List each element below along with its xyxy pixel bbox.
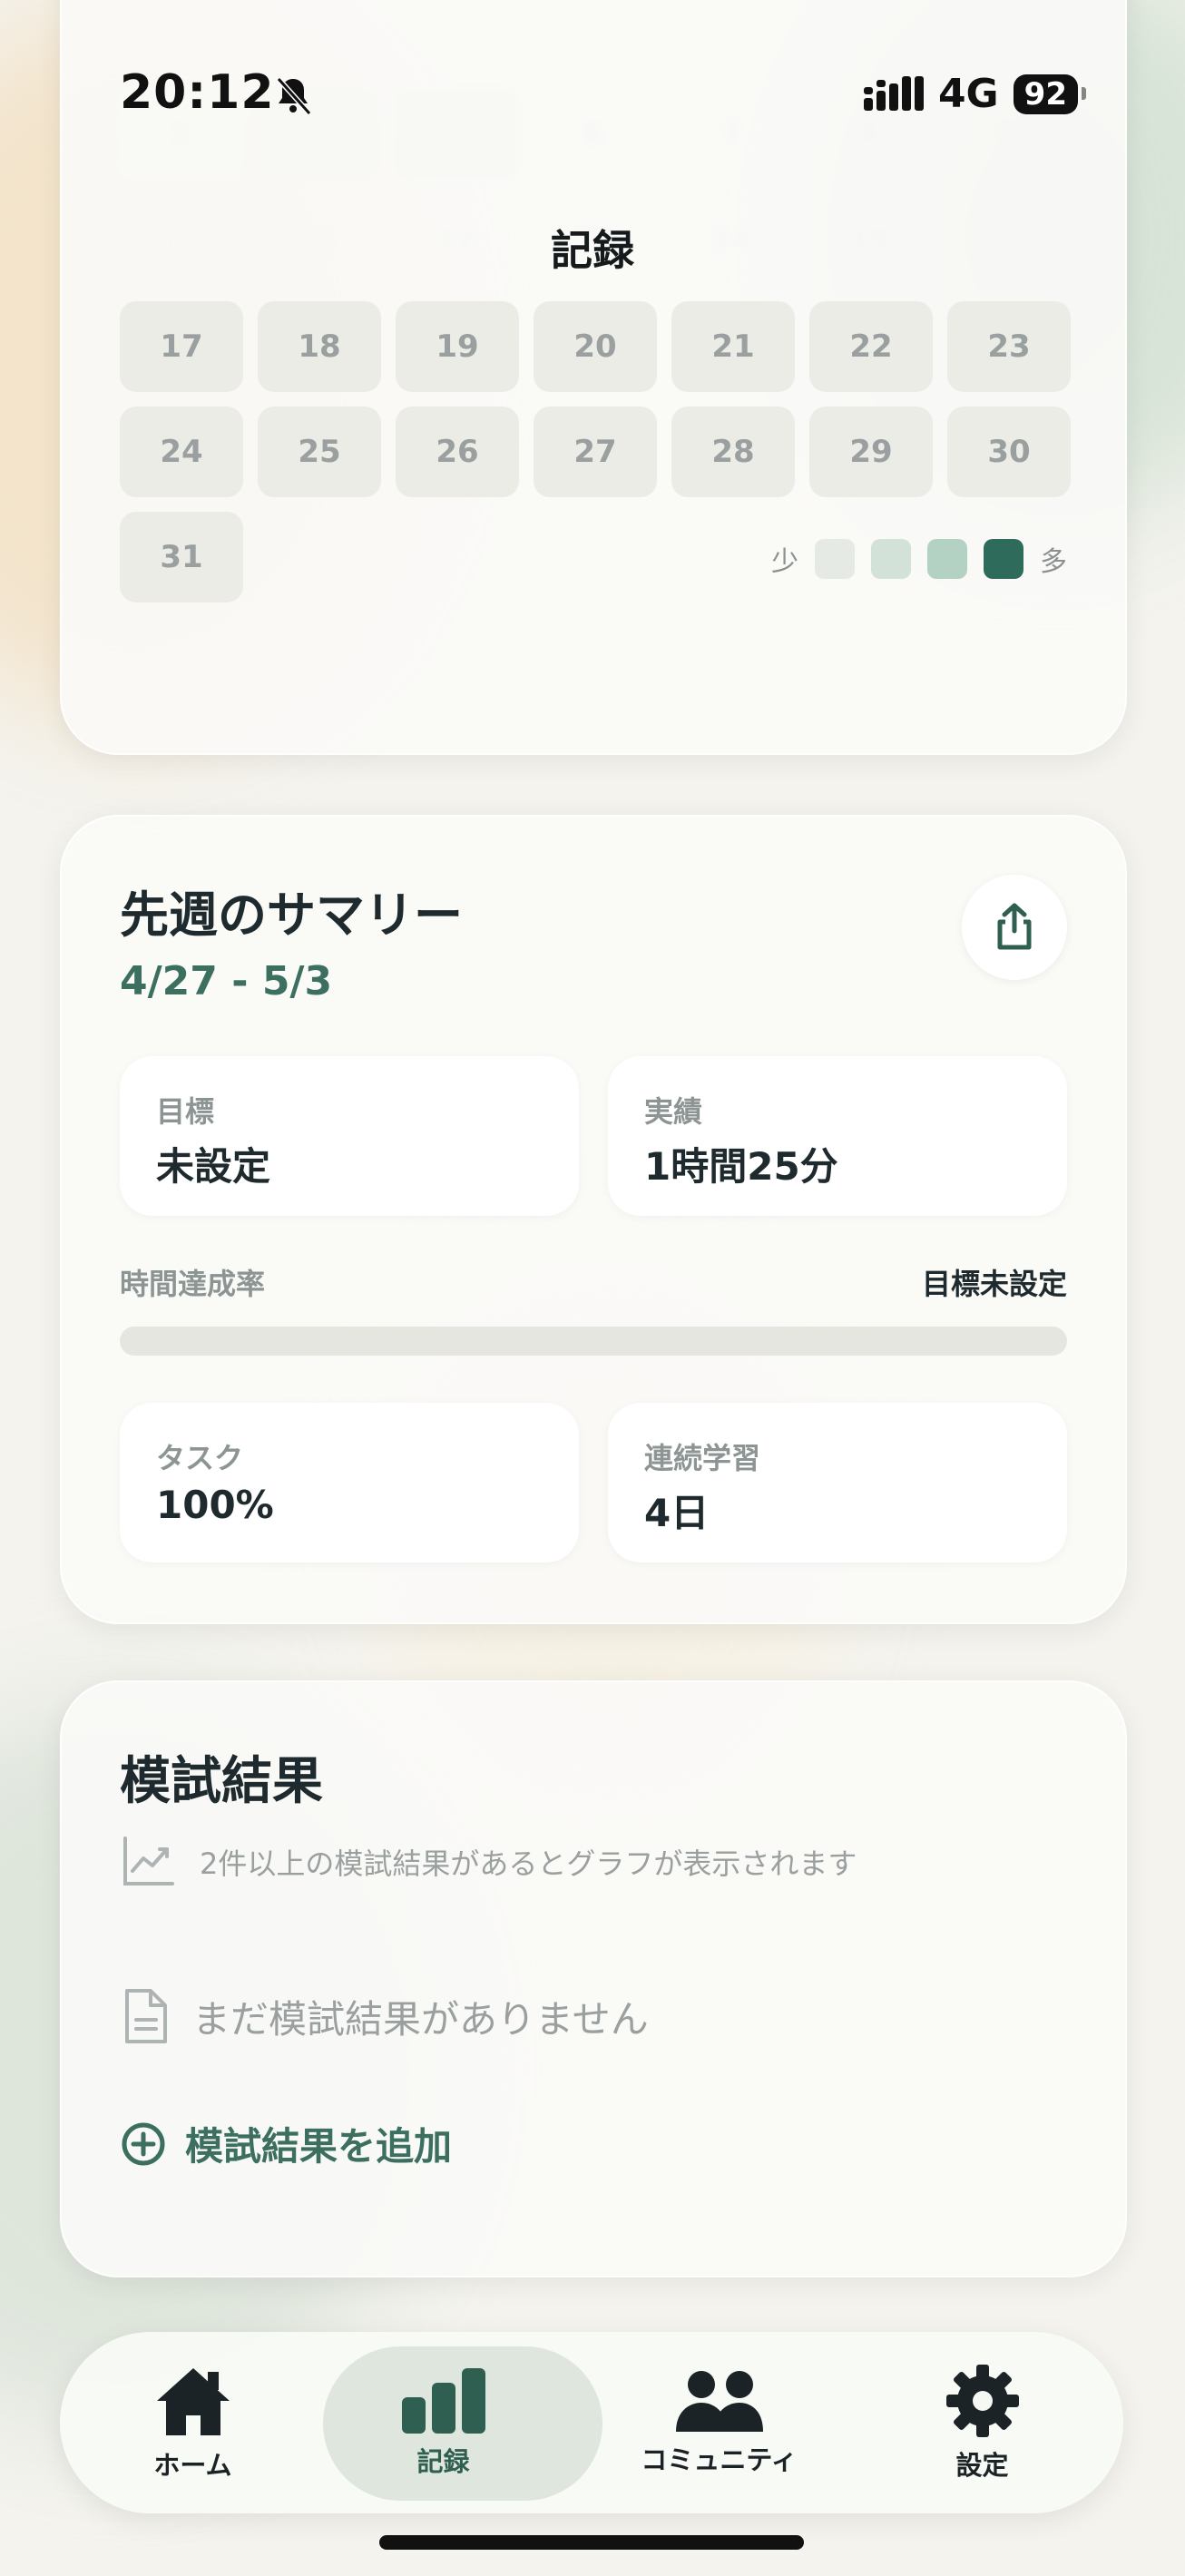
mock-exam-card: 模試結果 2件以上の模試結果があるとグラフが表示されます まだ模試結果がありませ… bbox=[60, 1680, 1127, 2277]
calendar-day[interactable]: 29 bbox=[809, 406, 933, 497]
actual-stat: 実績 1時間25分 bbox=[608, 1056, 1067, 1216]
calendar-day[interactable]: 30 bbox=[947, 406, 1071, 497]
tab-home[interactable]: ホーム bbox=[60, 2332, 326, 2513]
rate-label: 時間達成率 bbox=[120, 1267, 266, 1301]
actual-value: 1時間25分 bbox=[644, 1144, 838, 1189]
weekly-summary-card: 先週のサマリー 4/27 - 5/3 目標 未設定 実績 1時間25分 時間達成… bbox=[60, 815, 1127, 1624]
calendar-day[interactable]: 21 bbox=[671, 301, 795, 392]
calendar-day[interactable]: 27 bbox=[534, 406, 657, 497]
legend-swatch bbox=[927, 539, 967, 579]
empty-state-row: まだ模試結果がありません bbox=[120, 1987, 649, 2045]
heatmap-legend: 少 多 bbox=[771, 539, 1067, 579]
add-mock-exam-label: 模試結果を追加 bbox=[185, 2124, 453, 2169]
goal-label: 目標 bbox=[156, 1094, 215, 1129]
document-icon bbox=[125, 1989, 167, 2043]
goal-stat: 目標 未設定 bbox=[120, 1056, 579, 1216]
status-bar: 20:12 4G 92 bbox=[0, 0, 1185, 181]
legend-swatch bbox=[871, 539, 911, 579]
achievement-progress-bar bbox=[120, 1327, 1067, 1356]
legend-swatch bbox=[815, 539, 855, 579]
rate-value: 目標未設定 bbox=[921, 1267, 1067, 1301]
streak-label: 連続学習 bbox=[644, 1441, 761, 1475]
tasks-value: 100% bbox=[156, 1483, 274, 1527]
tab-community[interactable]: コミュニティ bbox=[586, 2332, 852, 2513]
empty-state-text: まだ模試結果がありません bbox=[192, 1996, 649, 2042]
home-indicator bbox=[379, 2535, 804, 2550]
calendar-day[interactable]: 18 bbox=[258, 301, 381, 392]
status-time: 20:12 bbox=[120, 65, 275, 120]
mock-exam-title: 模試結果 bbox=[120, 1752, 323, 1811]
tasks-stat: タスク 100% bbox=[120, 1403, 579, 1562]
calendar-day[interactable]: 24 bbox=[120, 406, 243, 497]
bar-chart-icon bbox=[401, 2368, 485, 2434]
tasks-label: タスク bbox=[156, 1441, 244, 1475]
legend-low-label: 少 bbox=[771, 546, 798, 578]
share-icon bbox=[997, 903, 1032, 950]
bell-muted-icon bbox=[276, 76, 312, 116]
achievement-rate-row: 時間達成率 目標未設定 bbox=[120, 1261, 1067, 1303]
share-button[interactable] bbox=[962, 875, 1067, 980]
battery-level: 92 bbox=[1013, 73, 1087, 114]
tab-records[interactable]: 記録 bbox=[310, 2332, 602, 2513]
network-type: 4G bbox=[937, 71, 999, 117]
calendar-day[interactable]: 17 bbox=[120, 301, 243, 392]
streak-value: 4日 bbox=[644, 1491, 710, 1535]
calendar-day[interactable]: 19 bbox=[396, 301, 519, 392]
tab-bar: ホーム 記録 コミュニティ 設定 bbox=[60, 2332, 1123, 2513]
calendar-day[interactable]: 26 bbox=[396, 406, 519, 497]
tab-records-label: 記録 bbox=[416, 2446, 470, 2477]
gear-icon bbox=[945, 2365, 1019, 2437]
calendar-day[interactable]: 23 bbox=[947, 301, 1071, 392]
page-title: 記録 bbox=[551, 226, 634, 275]
calendar-day[interactable]: 28 bbox=[671, 406, 795, 497]
tab-community-label: コミュニティ bbox=[641, 2444, 798, 2475]
home-icon bbox=[156, 2368, 230, 2435]
legend-high-label: 多 bbox=[1040, 546, 1067, 578]
plus-circle-icon bbox=[122, 2122, 165, 2165]
tab-home-label: ホーム bbox=[153, 2450, 232, 2481]
signal-icon bbox=[863, 75, 924, 111]
summary-title: 先週のサマリー bbox=[120, 886, 463, 944]
goal-value: 未設定 bbox=[156, 1144, 271, 1189]
tab-settings-label: 設定 bbox=[955, 2450, 1009, 2481]
calendar-day[interactable]: 20 bbox=[534, 301, 657, 392]
chart-hint-row: 2件以上の模試結果があるとグラフが表示されます bbox=[120, 1833, 857, 1891]
tab-settings[interactable]: 設定 bbox=[849, 2332, 1115, 2513]
streak-stat: 連続学習 4日 bbox=[608, 1403, 1067, 1562]
summary-date-range: 4/27 - 5/3 bbox=[120, 958, 333, 1004]
actual-label: 実績 bbox=[644, 1094, 703, 1129]
add-mock-exam-button[interactable]: 模試結果を追加 bbox=[120, 2116, 452, 2171]
people-icon bbox=[675, 2371, 763, 2432]
calendar-day[interactable]: 25 bbox=[258, 406, 381, 497]
chart-hint-text: 2件以上の模試結果があるとグラフが表示されます bbox=[200, 1846, 857, 1881]
line-chart-icon bbox=[123, 1837, 174, 1885]
calendar-day[interactable]: 22 bbox=[809, 301, 933, 392]
calendar-day[interactable]: 31 bbox=[120, 512, 243, 602]
legend-swatch bbox=[984, 539, 1023, 579]
status-right: 4G 92 bbox=[863, 71, 1087, 117]
